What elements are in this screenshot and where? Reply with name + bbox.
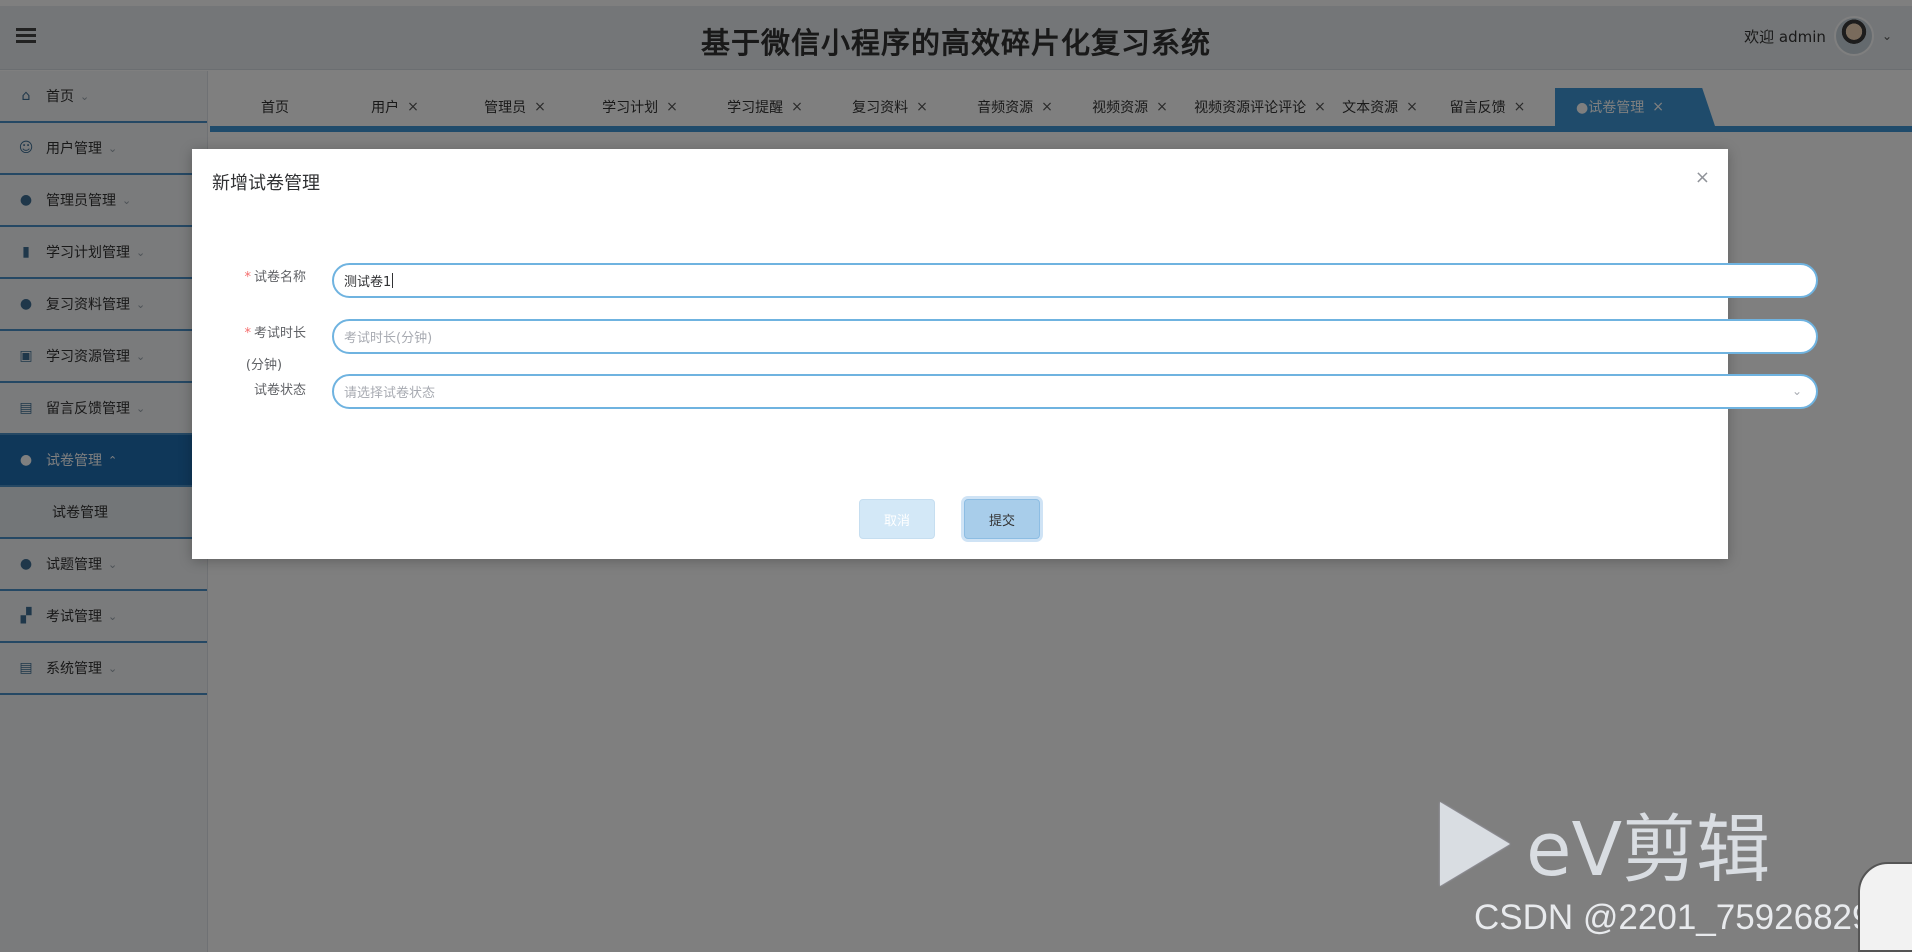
mascot-icon	[1858, 862, 1912, 952]
ev-watermark: eV剪辑	[1440, 790, 1770, 897]
ev-brand-text: eV剪辑	[1526, 807, 1771, 893]
status-select[interactable]: 请选择试卷状态 ⌄	[332, 374, 1818, 409]
required-mark: *	[244, 326, 251, 341]
paper-name-label: * 试卷名称	[244, 270, 306, 285]
status-placeholder: 请选择试卷状态	[344, 386, 436, 401]
add-paper-dialog: 新增试卷管理 × * 试卷名称 测试卷1 * 考试时长 (分钟) 考试时长(分钟) …	[192, 149, 1818, 559]
dialog-title: 新增试卷管理	[212, 173, 320, 194]
cancel-button[interactable]: 取消	[859, 499, 935, 539]
csdn-watermark: CSDN @2201_75926829	[1474, 898, 1872, 937]
play-logo-icon	[1440, 801, 1510, 886]
duration-input[interactable]: 考试时长(分钟)	[332, 319, 1818, 354]
submit-button[interactable]: 提交	[964, 499, 1040, 539]
required-mark: *	[244, 270, 251, 285]
status-label: 试卷状态	[253, 383, 306, 398]
close-icon[interactable]: ×	[1695, 167, 1710, 188]
duration-placeholder: 考试时长(分钟)	[344, 331, 433, 346]
duration-label: * 考试时长 (分钟)	[222, 325, 306, 375]
duration-unit-label: (分钟)	[245, 358, 283, 373]
chevron-down-icon[interactable]: ⌄	[1792, 384, 1802, 398]
paper-name-input[interactable]: 测试卷1	[332, 263, 1818, 298]
